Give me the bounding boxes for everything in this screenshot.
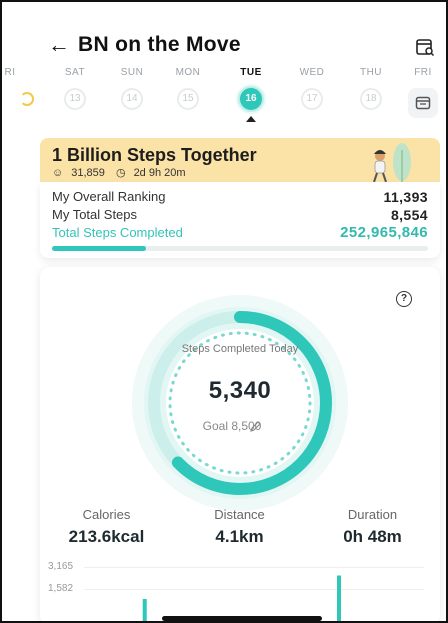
challenge-progress-bar [52, 246, 428, 251]
day-name: THU [359, 67, 383, 78]
day-date: 13 [64, 88, 86, 110]
day-name: MON [175, 67, 201, 78]
week-day-selector: RI SAT 13 SUN 14 MON 15 TUE 16 WED 17 TH… [2, 66, 446, 134]
top-bar: ← BN on the Move [2, 30, 446, 64]
partial-day-badge-icon [20, 92, 34, 106]
help-question-icon[interactable]: ? [396, 291, 412, 307]
challenge-progress-fill [52, 246, 146, 251]
ranking-label: My Overall Ranking [52, 189, 166, 204]
ranking-row: My Overall Ranking 11,393 [52, 188, 428, 206]
day-name: RI [4, 67, 16, 78]
duration-label: Duration [347, 507, 398, 522]
calendar-icon [415, 96, 431, 110]
day-name: WED [299, 67, 325, 78]
steps-completed-label: Steps Completed Today [181, 343, 299, 355]
walking-person-illustration-icon [373, 143, 411, 183]
total-completed-row: Total Steps Completed 252,965,846 [52, 224, 428, 242]
total-completed-value: 252,965,846 [340, 224, 428, 241]
distance-value: 4.1km [215, 527, 264, 546]
clock-icon: ◷ [115, 167, 126, 179]
challenge-meta: ☺ 31,859 ◷ 2d 9h 20m [52, 166, 194, 180]
total-steps-label: My Total Steps [52, 207, 138, 222]
day-sat[interactable]: SAT 13 [53, 66, 97, 110]
chart-bars [142, 575, 341, 621]
day-tue-selected[interactable]: TUE 16 [229, 66, 273, 122]
duration-metric: Duration 0h 48m [306, 507, 439, 547]
day-date: 14 [121, 88, 143, 110]
page-title: BN on the Move [78, 33, 241, 56]
day-date: 16 [238, 86, 264, 112]
calories-metric: Calories 213.6kcal [40, 507, 173, 547]
total-steps-row: My Total Steps 8,554 [52, 206, 428, 224]
ranking-value: 11,393 [383, 189, 428, 205]
app-screen: ← BN on the Move RI SAT 13 SUN 14 MON 15… [0, 0, 448, 623]
edit-goal-pencil-icon[interactable] [249, 420, 262, 433]
day-wed[interactable]: WED 17 [290, 66, 334, 110]
steps-goal-label: Goal 8,500 [202, 419, 262, 433]
day-sun[interactable]: SUN 14 [110, 66, 154, 110]
distance-metric: Distance 4.1km [173, 507, 306, 547]
challenge-banner[interactable]: 1 Billion Steps Together ☺ 31,859 ◷ 2d 9h … [40, 138, 440, 184]
day-name: SAT [64, 67, 86, 78]
steps-completed-value: 5,340 [208, 377, 272, 404]
challenge-stats: My Overall Ranking 11,393 My Total Steps… [40, 182, 440, 258]
day-name: FRI [414, 67, 432, 78]
calories-label: Calories [82, 507, 131, 522]
time-left: 2d 9h 20m [133, 167, 186, 179]
calories-value: 213.6kcal [68, 527, 145, 546]
back-arrow-icon[interactable]: ← [48, 33, 70, 57]
chart-bar [142, 598, 147, 621]
chart-bar [337, 575, 341, 621]
duration-value: 0h 48m [343, 527, 402, 546]
challenge-title: 1 Billion Steps Together [52, 145, 257, 165]
day-thu[interactable]: THU 18 [349, 66, 393, 110]
distance-label: Distance [214, 507, 265, 522]
day-name: SUN [120, 67, 144, 78]
day-date: 18 [360, 88, 382, 110]
day-date: 17 [301, 88, 323, 110]
participants-icon: ☺ [52, 167, 64, 179]
day-mon[interactable]: MON 15 [166, 66, 210, 110]
day-fri-prev[interactable]: RI [2, 66, 32, 80]
activity-metrics: Calories 213.6kcal Distance 4.1km Durati… [40, 507, 440, 553]
home-indicator [162, 616, 322, 621]
daily-activity-card: ? Steps Completed Today 5,340 Goal 8,500… [40, 267, 440, 621]
hourly-steps-chart: 3,165 1,582 [40, 557, 440, 621]
day-fri[interactable]: FRI [401, 66, 445, 80]
total-completed-label: Total Steps Completed [52, 225, 183, 240]
calendar-search-icon[interactable] [414, 36, 436, 58]
participants-count: 31,859 [71, 167, 105, 179]
y-tick-mid: 1,582 [48, 583, 74, 594]
calendar-day-button[interactable] [408, 88, 438, 118]
day-name: TUE [240, 67, 262, 78]
y-tick-max: 3,165 [48, 561, 74, 572]
day-date: 15 [177, 88, 199, 110]
total-steps-value: 8,554 [390, 207, 428, 223]
selected-day-caret-icon [246, 116, 256, 122]
